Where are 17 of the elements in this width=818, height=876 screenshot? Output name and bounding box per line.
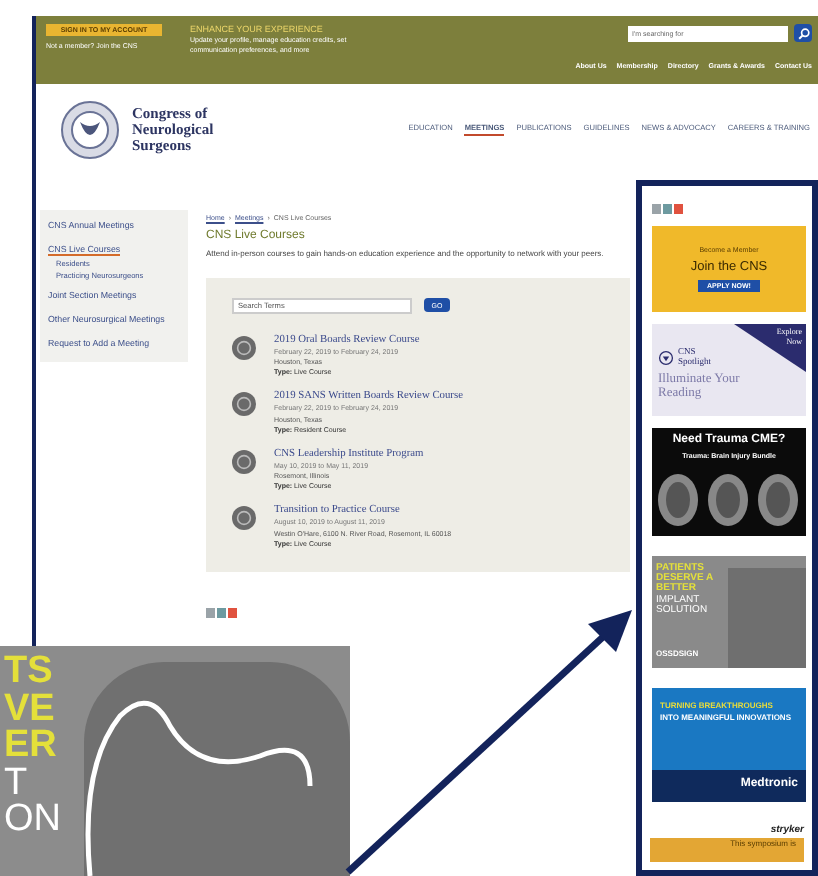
course-icon (232, 506, 256, 531)
inset-ad-text: ON (4, 802, 63, 841)
photo-placeholder (728, 568, 806, 668)
inset-ad-text: ER (4, 728, 59, 766)
society-seal-icon (60, 100, 120, 160)
share-icons[interactable] (206, 608, 238, 619)
share-icons[interactable] (652, 204, 684, 214)
course-icon (232, 449, 256, 474)
spotlight-logo-icon (658, 349, 674, 365)
inset-ad-text: T (4, 765, 28, 803)
course-icon (232, 335, 256, 360)
search-icon (797, 27, 809, 39)
course-icon (232, 392, 256, 417)
inset-ad-text: VE (4, 691, 55, 729)
inset-ad-text: TS (4, 654, 55, 692)
search-button[interactable] (794, 24, 812, 42)
corner-triangle (734, 324, 806, 372)
